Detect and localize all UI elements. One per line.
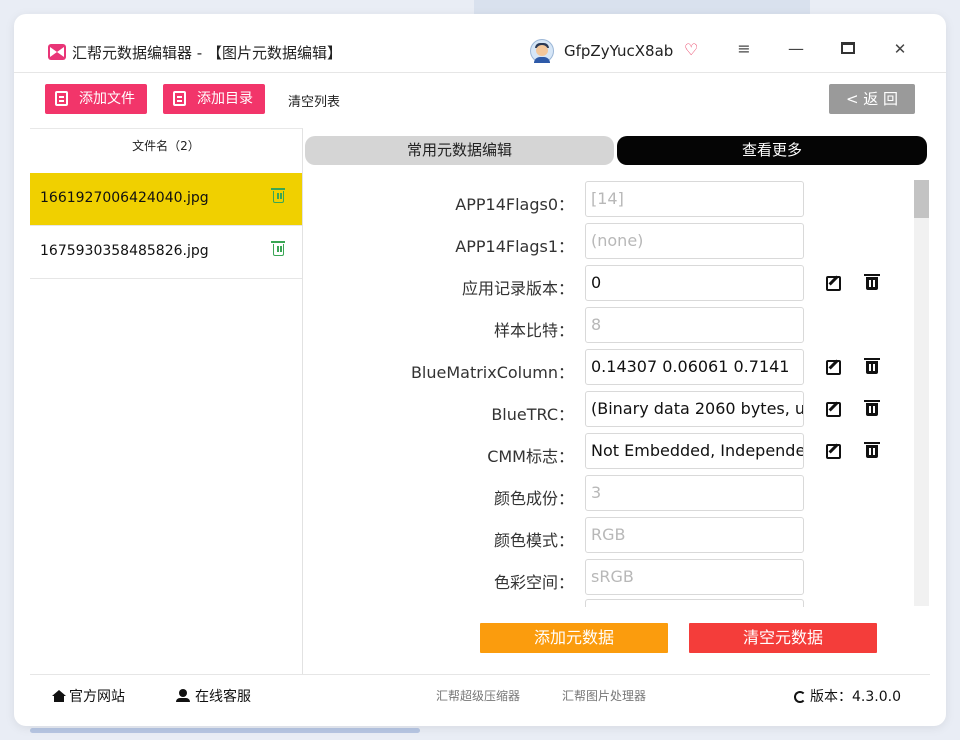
back-button[interactable]: < 返 回	[829, 84, 915, 114]
metadata-value-field[interactable]: 0	[585, 265, 804, 301]
delete-file-icon[interactable]	[271, 241, 285, 256]
metadata-value-field[interactable]: (Binary data 2060 bytes, use	[585, 391, 804, 427]
file-name: 1675930358485826.jpg	[40, 243, 209, 259]
official-website-link[interactable]: 官方网站	[52, 686, 125, 706]
footer: 官方网站 在线客服 汇帮超级压缩器 汇帮图片处理器 版本：4.3.0.0	[30, 674, 930, 711]
file-list-item[interactable]: 1675930358485826.jpg	[30, 226, 302, 279]
tab-common-metadata[interactable]: 常用元数据编辑	[305, 136, 614, 165]
metadata-row: 样本比特： 8	[304, 307, 924, 345]
customer-service-icon	[176, 689, 190, 702]
metadata-value-field: RGB	[585, 517, 804, 553]
username[interactable]: GfpZyYucX8ab	[564, 42, 673, 60]
add-file-label: 添加文件	[79, 91, 135, 107]
trash-icon[interactable]	[864, 358, 880, 374]
scrollbar-thumb[interactable]	[914, 180, 929, 218]
folder-add-icon	[173, 91, 186, 106]
metadata-value-field: 3	[585, 475, 804, 511]
trash-icon[interactable]	[864, 274, 880, 290]
tab-view-more[interactable]: 查看更多	[617, 136, 927, 165]
add-directory-button[interactable]: 添加目录	[163, 84, 265, 114]
avatar[interactable]	[530, 39, 554, 63]
edit-icon[interactable]	[826, 444, 841, 459]
clear-metadata-button[interactable]: 清空元数据	[689, 623, 877, 653]
metadata-label: CMM标志：	[487, 447, 574, 466]
refresh-icon	[794, 691, 806, 703]
metadata-label: BlueMatrixColumn：	[410, 363, 574, 382]
vip-heart-icon[interactable]: ♡	[684, 40, 698, 59]
minimize-button[interactable]: —	[784, 38, 808, 60]
edit-icon[interactable]	[826, 276, 841, 291]
file-name: 1661927006424040.jpg	[40, 190, 209, 206]
online-service-label: 在线客服	[195, 689, 251, 705]
metadata-label: APP14Flags0：	[455, 195, 574, 214]
add-directory-label: 添加目录	[197, 91, 253, 107]
metadata-row: 应用记录版本： 0	[304, 265, 924, 303]
file-list-header: 文件名（2）	[132, 139, 200, 153]
metadata-row: 色彩空间： sRGB	[304, 559, 924, 597]
metadata-value-field[interactable]: Not Embedded, Independent	[585, 433, 804, 469]
add-metadata-button[interactable]: 添加元数据	[480, 623, 668, 653]
image-processor-link[interactable]: 汇帮图片处理器	[562, 687, 646, 704]
version-info[interactable]: 版本：4.3.0.0	[794, 686, 901, 706]
background-decoration	[30, 728, 420, 733]
metadata-value-field: [14]	[585, 181, 804, 217]
metadata-label: 应用记录版本：	[461, 279, 574, 298]
metadata-row: 颜色成份： 3	[304, 475, 924, 513]
metadata-row: 颜色模式： RGB	[304, 517, 924, 555]
trash-icon[interactable]	[864, 442, 880, 458]
metadata-value-field[interactable]: 0.14307 0.06061 0.7141	[585, 349, 804, 385]
version-label: 版本：4.3.0.0	[810, 689, 901, 705]
window-title: 汇帮元数据编辑器 - 【图片元数据编辑】	[72, 44, 342, 62]
metadata-row: CMM标志： Not Embedded, Independent	[304, 433, 924, 471]
edit-icon[interactable]	[826, 360, 841, 375]
file-list-panel: 文件名（2） 1661927006424040.jpg 167593035848…	[30, 128, 303, 675]
metadata-row: APP14Flags0： [14]	[304, 181, 924, 219]
official-website-label: 官方网站	[69, 689, 125, 705]
metadata-scrollbar[interactable]	[914, 180, 929, 606]
metadata-row: APP14Flags1： (none)	[304, 223, 924, 261]
metadata-value-field	[585, 599, 804, 607]
app-logo-icon	[48, 44, 66, 60]
edit-icon[interactable]	[826, 402, 841, 417]
file-icon	[55, 91, 68, 106]
trash-icon[interactable]	[864, 400, 880, 416]
app-window: 汇帮元数据编辑器 - 【图片元数据编辑】 GfpZyYucX8ab ♡ ≡ — …	[14, 14, 946, 726]
metadata-row: BlueTRC： (Binary data 2060 bytes, use	[304, 391, 924, 429]
compressor-link[interactable]: 汇帮超级压缩器	[436, 687, 520, 704]
delete-file-icon[interactable]	[271, 188, 285, 203]
divider	[14, 72, 946, 73]
metadata-label: 颜色模式：	[493, 531, 574, 550]
home-icon	[52, 690, 66, 702]
online-service-link[interactable]: 在线客服	[176, 686, 251, 706]
add-file-button[interactable]: 添加文件	[45, 84, 147, 114]
metadata-value-field: (none)	[585, 223, 804, 259]
clear-list-button[interactable]: 清空列表	[288, 91, 340, 110]
metadata-label: APP14Flags1：	[455, 237, 574, 256]
background-decoration	[474, 0, 810, 14]
maximize-button[interactable]	[836, 38, 860, 60]
metadata-label: 样本比特：	[493, 321, 574, 340]
metadata-row: BlueMatrixColumn： 0.14307 0.06061 0.7141	[304, 349, 924, 387]
title-bar: 汇帮元数据编辑器 - 【图片元数据编辑】 GfpZyYucX8ab ♡ ≡ — …	[14, 14, 946, 72]
close-button[interactable]: ✕	[888, 38, 912, 60]
metadata-label: BlueTRC：	[491, 405, 574, 424]
menu-icon[interactable]: ≡	[732, 38, 756, 60]
metadata-label: 色彩空间：	[493, 573, 574, 592]
file-list-item[interactable]: 1661927006424040.jpg	[30, 173, 302, 226]
metadata-value-field: sRGB	[585, 559, 804, 595]
metadata-value-field: 8	[585, 307, 804, 343]
metadata-label: 颜色成份：	[493, 489, 574, 508]
